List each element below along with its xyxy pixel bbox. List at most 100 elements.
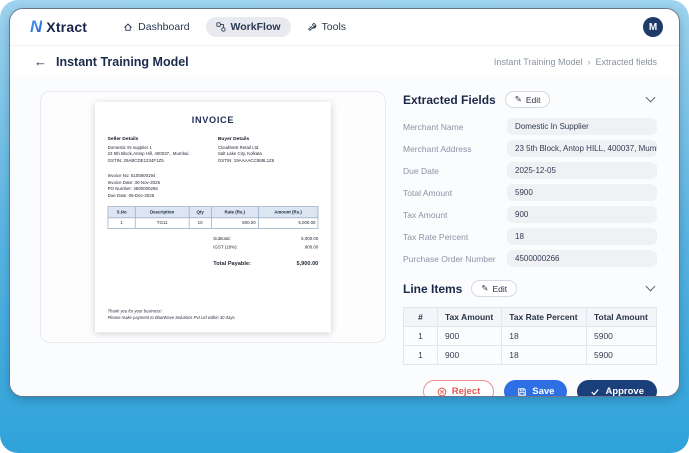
field-label: Merchant Address xyxy=(403,143,472,154)
extracted-fields-title: Extracted Fields xyxy=(403,92,496,107)
invoice-tax: IGST (18%): 900.00 xyxy=(213,244,318,251)
page-header: ← Instant Training Model Instant Trainin… xyxy=(10,46,679,77)
extracted-fields-header: Extracted Fields ✎ Edit xyxy=(403,91,657,108)
tax-label: IGST (18%): xyxy=(213,245,238,250)
line-item-cell: 1 xyxy=(403,345,438,365)
buyer-heading: Buyer Details xyxy=(217,135,250,141)
invoice-footer-line: Thank you for your business! xyxy=(107,309,162,314)
invoice-line-table: S.No Description Qty Rate (Rs.) Amount (… xyxy=(107,206,319,229)
user-avatar[interactable]: M xyxy=(643,17,663,37)
field-label: Tax Rate Percent xyxy=(403,231,469,242)
invoice-cell: 5,000.00 xyxy=(257,217,319,229)
page-title: Instant Training Model xyxy=(56,54,189,69)
line-item-cell: 5900 xyxy=(586,326,657,346)
merchant-address-field[interactable]: 23 5th Block, Antop HILL, 400037, Mumbai xyxy=(507,140,657,157)
reject-button[interactable]: Reject xyxy=(422,380,495,397)
line-items-header: Line Items ✎ Edit xyxy=(403,280,657,297)
field-label: Due Date xyxy=(403,165,439,176)
edit-fields-label: Edit xyxy=(525,94,541,105)
save-label: Save xyxy=(532,386,555,397)
logo-icon: N xyxy=(30,17,43,36)
total-payable-value: 5,900.00 xyxy=(296,260,319,267)
save-floppy-icon xyxy=(517,387,527,397)
field-row: Merchant Name Domestic In Supplier xyxy=(403,118,657,135)
invoice-document: INVOICE Seller Details Domestic IN suppl… xyxy=(95,102,331,333)
line-item-cell: 1 xyxy=(403,326,438,346)
line-item-cell: 900 xyxy=(436,345,503,365)
invoice-col-header: Amount (Rs.) xyxy=(257,206,319,218)
due-date-field[interactable]: 2025-12-05 xyxy=(507,162,657,179)
edit-line-items-label: Edit xyxy=(492,283,508,294)
seller-heading: Seller Details xyxy=(107,135,139,141)
approve-button[interactable]: Approve xyxy=(577,380,657,397)
tax-amount-field[interactable]: 900 xyxy=(507,206,657,223)
field-row: Purchase Order Number 4500000266 xyxy=(403,250,657,267)
invoice-totals: Subtotal: 5,000.00 IGST (18%): 900.00 To… xyxy=(108,236,319,268)
invoice-cell: TG11 xyxy=(135,217,190,229)
app-window: N Xtract Dashboard WorkFlow Tools M ← In… xyxy=(9,8,680,397)
approve-check-icon xyxy=(590,387,600,397)
invoice-cell: 1 xyxy=(107,217,136,229)
app-logo: N Xtract xyxy=(30,17,87,37)
buyer-line: GSTIN: 19AAAACC888L1Z6 xyxy=(217,158,275,164)
nav-dashboard-label: Dashboard xyxy=(138,21,190,33)
logo-text: Xtract xyxy=(46,19,88,35)
collapse-line-items-icon[interactable] xyxy=(645,281,656,292)
save-button[interactable]: Save xyxy=(504,380,568,397)
tax-rate-percent-field[interactable]: 18 xyxy=(507,228,657,245)
line-item-cell: 900 xyxy=(436,326,503,346)
field-row: Merchant Address 23 5th Block, Antop HIL… xyxy=(403,140,657,157)
nav-workflow[interactable]: WorkFlow xyxy=(205,17,291,37)
invoice-meta-line: Due Date: 05-Dec-2025 xyxy=(107,193,155,199)
subtotal-label: Subtotal: xyxy=(213,236,231,242)
nav-dashboard[interactable]: Dashboard xyxy=(113,17,199,37)
reject-label: Reject xyxy=(451,386,481,397)
back-button[interactable]: ← xyxy=(34,55,47,68)
field-row: Due Date 2025-12-05 xyxy=(403,162,657,179)
invoice-col-header: S.No xyxy=(107,206,136,218)
workflow-icon xyxy=(215,22,226,32)
line-items-col-header: Tax Rate Percent xyxy=(501,307,587,327)
field-label: Tax Amount xyxy=(403,209,448,220)
line-item-row: 1 900 18 5900 xyxy=(403,345,657,365)
line-item-cell: 18 xyxy=(501,345,587,365)
edit-line-items-button[interactable]: ✎ Edit xyxy=(471,280,518,297)
action-buttons: Reject Save Approve xyxy=(403,380,657,397)
line-item-row: 1 900 18 5900 xyxy=(403,326,657,346)
tools-icon xyxy=(307,22,317,32)
subtotal-value: 5,000.00 xyxy=(301,236,319,242)
invoice-footer-line: Please make payment to BlueWave Solution… xyxy=(107,316,236,321)
invoice-meta-line: Invoice Date: 30-Nov-2025 xyxy=(107,180,161,186)
breadcrumb: Instant Training Model › Extracted field… xyxy=(494,57,657,67)
field-row: Total Amount 5900 xyxy=(403,184,657,201)
line-items-title: Line Items xyxy=(403,281,463,296)
invoice-cell: 10 xyxy=(188,217,212,229)
buyer-details: Buyer Details CloudNest Retail Ltd Salt … xyxy=(218,135,318,164)
line-items-section: Line Items ✎ Edit # Tax Amount Tax Rate … xyxy=(403,280,657,365)
invoice-col-header: Rate (Rs.) xyxy=(211,206,259,218)
invoice-table-header-row: S.No Description Qty Rate (Rs.) Amount (… xyxy=(107,206,319,218)
field-row: Tax Amount 900 xyxy=(403,206,657,223)
collapse-fields-icon[interactable] xyxy=(645,92,656,103)
dashboard-icon xyxy=(123,22,133,32)
line-items-header-row: # Tax Amount Tax Rate Percent Total Amou… xyxy=(403,307,657,327)
line-items-table: # Tax Amount Tax Rate Percent Total Amou… xyxy=(403,307,657,365)
edit-fields-button[interactable]: ✎ Edit xyxy=(504,91,551,108)
total-amount-field[interactable]: 5900 xyxy=(507,184,657,201)
merchant-name-field[interactable]: Domestic In Supplier xyxy=(507,118,657,135)
invoice-total-payable: Total Payable: 5,900.00 xyxy=(213,259,318,267)
purchase-order-number-field[interactable]: 4500000266 xyxy=(507,250,657,267)
field-label: Merchant Name xyxy=(403,121,464,132)
invoice-cell: 500.00 xyxy=(211,217,259,229)
nav-tools[interactable]: Tools xyxy=(297,17,357,37)
breadcrumb-parent[interactable]: Instant Training Model xyxy=(494,57,583,67)
line-item-cell: 5900 xyxy=(586,345,657,365)
invoice-sheet: INVOICE Seller Details Domestic IN suppl… xyxy=(95,102,331,333)
nav-tools-label: Tools xyxy=(321,21,347,33)
extracted-fields-panel: Extracted Fields ✎ Edit Merchant Name Do… xyxy=(403,91,657,397)
invoice-meta-line: PO Number: 4500000266 xyxy=(107,186,158,192)
main-content: INVOICE Seller Details Domestic IN suppl… xyxy=(10,77,679,397)
breadcrumb-current: Extracted fields xyxy=(595,56,657,67)
invoice-meta: Invoice No: 5105800194 Invoice Date: 30-… xyxy=(108,173,319,199)
main-nav: Dashboard WorkFlow Tools xyxy=(113,17,356,37)
